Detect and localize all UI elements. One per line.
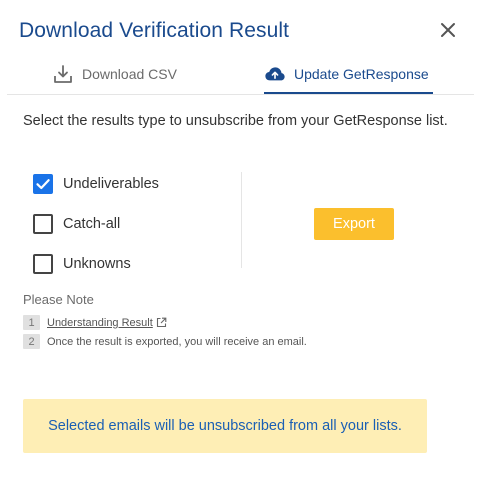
checkbox-undeliverables[interactable] [33,174,53,194]
external-link-icon[interactable] [156,317,167,328]
instruction-text: Select the results type to unsubscribe f… [23,113,448,129]
option-unknowns-label: Unknowns [63,256,131,272]
note-number-badge: 2 [23,334,40,349]
option-catch-all-label: Catch-all [63,216,121,232]
option-unknowns[interactable]: Unknowns [33,254,131,274]
option-undeliverables-label: Undeliverables [63,176,159,192]
warning-banner: Selected emails will be unsubscribed fro… [23,399,427,453]
warning-banner-text: Selected emails will be unsubscribed fro… [48,418,402,434]
close-icon[interactable] [438,20,458,40]
option-catch-all[interactable]: Catch-all [33,214,120,234]
checkbox-catch-all[interactable] [33,214,53,234]
result-type-options: Undeliverables Catch-all Unknowns [33,172,242,274]
tab-update-getresponse[interactable]: Update GetResponse [264,56,433,94]
tab-bar: Download CSV Update GetResponse [7,56,474,95]
dialog-title: Download Verification Result [19,19,290,42]
note-title: Please Note [23,292,94,307]
export-button[interactable]: Export [314,208,394,240]
note-item-2: 2 Once the result is exported, you will … [23,334,307,349]
note-number-badge: 1 [23,315,40,330]
option-undeliverables[interactable]: Undeliverables [33,174,159,194]
understanding-result-link[interactable]: Understanding Result [47,317,153,329]
download-verification-dialog: Download Verification Result Download CS… [0,0,479,477]
note-item-text: Once the result is exported, you will re… [47,335,307,348]
download-icon [52,63,74,85]
tab-download-csv-label: Download CSV [82,66,177,82]
tab-update-getresponse-label: Update GetResponse [294,66,429,82]
note-item-1: 1 Understanding Result [23,315,167,330]
tab-download-csv[interactable]: Download CSV [52,56,177,92]
cloud-upload-icon [264,63,286,85]
checkbox-unknowns[interactable] [33,254,53,274]
